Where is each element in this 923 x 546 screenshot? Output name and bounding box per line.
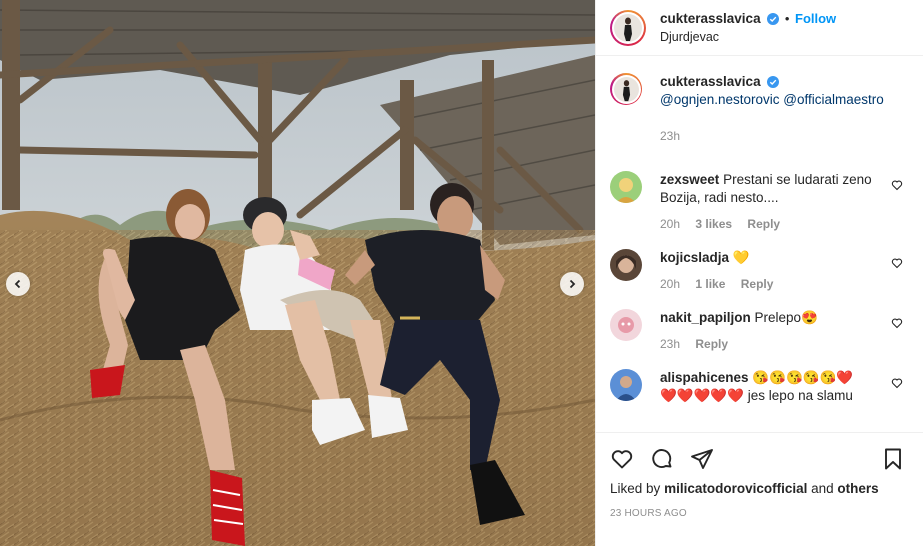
- comment-body: nakit_papiljon Prelepo😍 23h Reply: [660, 309, 888, 353]
- commenter-avatar[interactable]: [610, 171, 642, 203]
- comment-item: zexsweet Prestani se ludarati zeno Bozij…: [610, 171, 909, 233]
- comment-text: Prelepo😍: [754, 310, 818, 325]
- avatar-border: [611, 74, 641, 104]
- save-bookmark-icon[interactable]: [881, 447, 905, 471]
- comment-body: alispahicenes 😘😘😘😘😘❤️ ❤️❤️❤️❤️❤️ jes lep…: [660, 369, 888, 405]
- post-location[interactable]: Djurdjevac: [660, 28, 836, 46]
- like-comment-heart-icon[interactable]: [891, 377, 903, 389]
- comment-likes[interactable]: 3 likes: [695, 217, 732, 231]
- post-photo[interactable]: [0, 0, 595, 546]
- chevron-left-icon: [14, 279, 21, 289]
- commenter-avatar[interactable]: [610, 309, 642, 341]
- caption-body: cukterasslavica @ognjen.nestorovic @offi…: [660, 73, 900, 145]
- post-header: cukterasslavica • Follow Djurdjevac: [596, 0, 923, 56]
- post-side-panel: cukterasslavica • Follow Djurdjevac cukt…: [595, 0, 923, 546]
- comment-likes[interactable]: 1 like: [695, 277, 725, 291]
- comment-text: 😘😘😘😘😘❤️: [752, 370, 854, 385]
- avatar-image: [614, 13, 642, 42]
- commenter-username[interactable]: nakit_papiljon: [660, 310, 751, 325]
- reply-button[interactable]: Reply: [741, 277, 774, 291]
- commenter-avatar[interactable]: [610, 369, 642, 401]
- instagram-post-modal: cukterasslavica • Follow Djurdjevac cukt…: [0, 0, 923, 546]
- verified-badge-icon: [767, 76, 780, 88]
- liked-by: Liked by milicatodorovicofficial and oth…: [610, 481, 909, 496]
- separator-dot: •: [784, 10, 790, 26]
- commenter-avatar[interactable]: [610, 249, 642, 281]
- caption: cukterasslavica @ognjen.nestorovic @offi…: [610, 73, 909, 145]
- comment-meta: 20h 1 like Reply: [660, 275, 888, 293]
- chevron-right-icon: [569, 279, 576, 289]
- post-actions: Liked by milicatodorovicofficial and oth…: [596, 432, 923, 519]
- action-icons: [610, 433, 909, 485]
- share-paper-plane-icon[interactable]: [690, 447, 714, 471]
- caption-username[interactable]: cukterasslavica: [660, 74, 761, 89]
- commenter-username[interactable]: zexsweet: [660, 172, 719, 187]
- avatar-border: [612, 11, 644, 44]
- comment-body: zexsweet Prestani se ludarati zeno Bozij…: [660, 171, 888, 233]
- commenter-username[interactable]: alispahicenes: [660, 370, 749, 385]
- comment-time[interactable]: 23h: [660, 337, 680, 351]
- comment-meta: 23h Reply: [660, 335, 888, 353]
- carousel-prev-button[interactable]: [6, 272, 30, 296]
- comment-text: 💛: [732, 250, 750, 265]
- comment-text-continued: ❤️❤️❤️❤️❤️ jes lepo na slamu: [660, 388, 853, 403]
- reply-button[interactable]: Reply: [747, 217, 780, 231]
- comment-time[interactable]: 20h: [660, 217, 680, 231]
- post-timestamp[interactable]: 23 HOURS AGO: [610, 508, 909, 519]
- liked-by-user[interactable]: milicatodorovicofficial: [664, 481, 807, 496]
- comment-item: nakit_papiljon Prelepo😍 23h Reply: [610, 309, 909, 353]
- header-text: cukterasslavica • Follow Djurdjevac: [660, 10, 836, 46]
- post-image: [0, 0, 595, 546]
- comment-body: kojicsladja 💛 20h 1 like Reply: [660, 249, 888, 293]
- comments-list[interactable]: cukterasslavica @ognjen.nestorovic @offi…: [596, 57, 923, 432]
- caption-meta: 23h: [660, 127, 900, 145]
- caption-time[interactable]: 23h: [660, 129, 680, 143]
- comment-item: kojicsladja 💛 20h 1 like Reply: [610, 249, 909, 293]
- verified-badge-icon: [767, 12, 780, 25]
- reply-button[interactable]: Reply: [695, 337, 728, 351]
- like-comment-heart-icon[interactable]: [891, 257, 903, 269]
- follow-button[interactable]: Follow: [795, 11, 836, 26]
- commenter-username[interactable]: kojicsladja: [660, 250, 729, 265]
- comment-time[interactable]: 20h: [660, 277, 680, 291]
- comment-bubble-icon[interactable]: [650, 447, 674, 471]
- author-username[interactable]: cukterasslavica: [660, 11, 761, 26]
- avatar-image: [613, 76, 639, 102]
- caption-mention[interactable]: @officialmaestro: [783, 92, 884, 107]
- liked-by-others[interactable]: others: [837, 481, 878, 496]
- carousel-next-button[interactable]: [560, 272, 584, 296]
- comment-meta: 20h 3 likes Reply: [660, 215, 888, 233]
- caption-avatar[interactable]: [610, 73, 642, 105]
- author-avatar[interactable]: [610, 9, 646, 46]
- caption-mention[interactable]: @ognjen.nestorovic: [660, 92, 780, 107]
- liked-by-and: and: [811, 481, 834, 496]
- liked-by-prefix: Liked by: [610, 481, 661, 496]
- comment-item: alispahicenes 😘😘😘😘😘❤️ ❤️❤️❤️❤️❤️ jes lep…: [610, 369, 909, 405]
- like-heart-icon[interactable]: [610, 447, 634, 471]
- like-comment-heart-icon[interactable]: [891, 179, 903, 191]
- like-comment-heart-icon[interactable]: [891, 317, 903, 329]
